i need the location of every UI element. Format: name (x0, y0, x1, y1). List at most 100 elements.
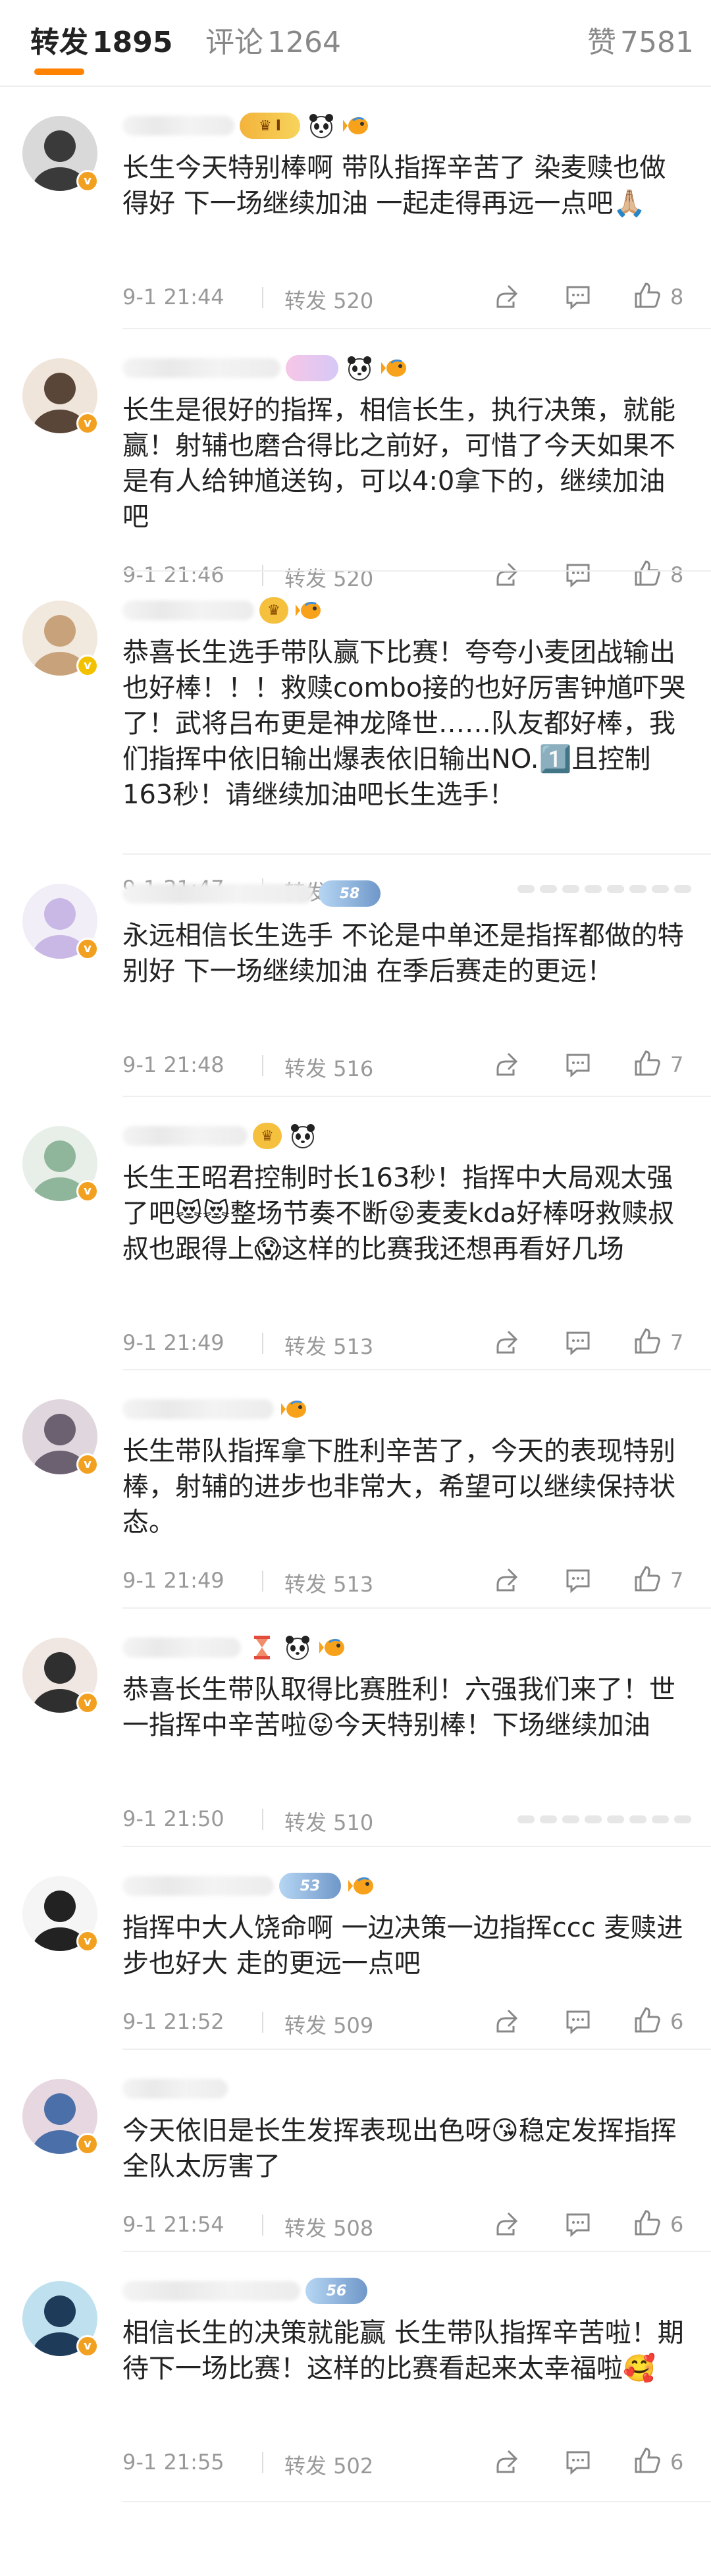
fish-icon (280, 1395, 309, 1424)
comment-text: 今天依旧是长生发挥表现出色呀😘稳定发挥指挥全队太厉害了 (122, 2116, 677, 2182)
comment-meta: 9-1 21:49 转发 513 7 (122, 1326, 695, 1359)
user-name-row: ♛ (122, 594, 324, 627)
more-dots-icon (517, 1815, 691, 1823)
share-icon[interactable] (491, 2209, 520, 2238)
user-avatar[interactable]: v (22, 116, 99, 192)
fan-level-badge: 58 (319, 880, 381, 907)
tab-repost[interactable]: 转发 1895 (30, 18, 172, 61)
comment-text: 长生今天特别棒啊 带队指挥辛苦了 染麦赎也做得好 下一场继续加油 一起走得再远一… (122, 153, 666, 219)
like-count: 8 (670, 284, 684, 309)
meta-separator (262, 1809, 263, 1830)
fan-level-badge: 53 (279, 1873, 341, 1899)
comment-icon[interactable] (564, 1565, 592, 1594)
verified-icon: v (76, 2335, 99, 2357)
like-count: 7 (670, 1568, 684, 1593)
comment-meta: 9-1 21:44 转发 520 8 (122, 281, 695, 313)
user-avatar[interactable]: v (22, 1638, 99, 1714)
user-avatar[interactable]: v (22, 884, 99, 960)
like-icon[interactable] (632, 1326, 662, 1356)
user-avatar[interactable]: v (22, 1876, 99, 1952)
user-name-redacted[interactable] (122, 1126, 248, 1146)
comment-icon[interactable] (564, 2209, 592, 2238)
comment-text: 指挥中大人饶命啊 一边决策一边指挥ccc 麦赎进步也好大 走的更远一点吧 (122, 1913, 683, 1979)
tab-comment[interactable]: 评论 1264 (205, 18, 341, 61)
comment-icon[interactable] (564, 2447, 592, 2476)
user-avatar[interactable]: v (22, 601, 99, 677)
user-name-redacted[interactable] (122, 601, 254, 620)
comment-icon[interactable] (564, 1050, 592, 1079)
repost-count[interactable]: 转发 513 (284, 1330, 373, 1360)
user-name-redacted[interactable] (122, 116, 234, 136)
share-icon[interactable] (491, 1050, 520, 1079)
comment-time: 9-1 21:48 (122, 1052, 224, 1077)
comment-time: 9-1 21:54 (122, 2212, 224, 2237)
user-name-redacted[interactable] (122, 2079, 228, 2099)
like-icon[interactable] (632, 2446, 662, 2476)
comment-meta: 9-1 21:48 转发 516 7 (122, 1048, 695, 1081)
user-avatar[interactable]: v (22, 358, 99, 435)
user-name-row (122, 352, 409, 385)
like-icon[interactable] (632, 1048, 662, 1079)
user-name-redacted[interactable] (122, 1876, 274, 1896)
user-name-redacted[interactable] (122, 358, 280, 378)
comment-icon[interactable] (564, 1328, 592, 1356)
comment-meta: 9-1 21:50 转发 510 (122, 1802, 695, 1835)
repost-count[interactable]: 转发 516 (284, 1052, 373, 1083)
tab-comment-label: 评论 (205, 26, 263, 59)
user-avatar[interactable]: v (22, 2281, 99, 2357)
repost-count[interactable]: 转发 510 (284, 1806, 373, 1837)
comment-icon[interactable] (564, 282, 592, 311)
user-avatar[interactable]: v (22, 2079, 99, 2155)
fish-icon (295, 596, 324, 625)
repost-count[interactable]: 转发 509 (284, 2009, 373, 2039)
verified-icon: v (76, 1692, 99, 1714)
comment-time: 9-1 21:44 (122, 284, 224, 309)
repost-count[interactable]: 转发 520 (284, 284, 373, 315)
repost-count[interactable]: 转发 502 (284, 2450, 373, 2480)
repost-count[interactable]: 转发 513 (284, 1568, 373, 1598)
like-icon[interactable] (632, 2208, 662, 2238)
user-name-row: 58 (122, 877, 381, 910)
user-name-redacted[interactable] (122, 884, 313, 903)
user-name-row (122, 1631, 348, 1664)
repost-count[interactable]: 转发 508 (284, 2212, 373, 2242)
panda-icon (307, 111, 336, 140)
like-icon[interactable] (632, 1564, 662, 1594)
like-count: 7 (670, 1052, 684, 1077)
like-icon[interactable] (632, 2005, 662, 2035)
fish-icon (381, 354, 409, 383)
member-level-text: I (275, 117, 281, 134)
tab-repost-label: 转发 (30, 26, 88, 59)
comment-time: 9-1 21:49 (122, 1568, 224, 1593)
like-count: 7 (670, 1330, 684, 1355)
comment-icon[interactable] (564, 2006, 592, 2035)
verified-icon: v (76, 170, 99, 192)
tab-like[interactable]: 赞 7581 (587, 18, 694, 61)
comment-text: 长生是很好的指挥，相信长生，执行决策，就能赢！射辅也磨合得比之前好，可惜了今天如… (122, 395, 675, 532)
tab-comment-count: 1264 (267, 26, 341, 59)
share-icon[interactable] (491, 282, 520, 311)
meta-separator (262, 1333, 263, 1354)
like-icon[interactable] (632, 281, 662, 311)
meta-separator (262, 287, 263, 308)
user-avatar[interactable]: v (22, 1399, 99, 1476)
user-name-row: ♛ I (122, 109, 371, 142)
user-name-row (122, 1393, 309, 1426)
user-name-redacted[interactable] (122, 1638, 241, 1657)
comment-time: 9-1 21:52 (122, 2009, 224, 2034)
meta-separator (262, 2214, 263, 2236)
fan-level-badge: 56 (305, 2278, 367, 2304)
share-icon[interactable] (491, 1565, 520, 1594)
item-divider (122, 2501, 711, 2502)
share-icon[interactable] (491, 2006, 520, 2035)
panda-icon (345, 354, 374, 383)
repost-item: v 长生是很好的指挥，相信长生，执行决策，就能赢！射辅也磨合得比之前好，可惜了今天… (0, 329, 711, 591)
user-name-redacted[interactable] (122, 2281, 300, 2301)
user-name-row (122, 2072, 228, 2105)
user-name-redacted[interactable] (122, 1399, 274, 1419)
share-icon[interactable] (491, 1328, 520, 1356)
user-avatar[interactable]: v (22, 1126, 99, 1202)
repost-item: v 53 指挥中大人饶命啊 一边决策一边指挥ccc 麦赎进步也好大 走的更远一点吧 9… (0, 1847, 711, 2050)
share-icon[interactable] (491, 2447, 520, 2476)
user-name-row: 53 (122, 1869, 377, 1902)
